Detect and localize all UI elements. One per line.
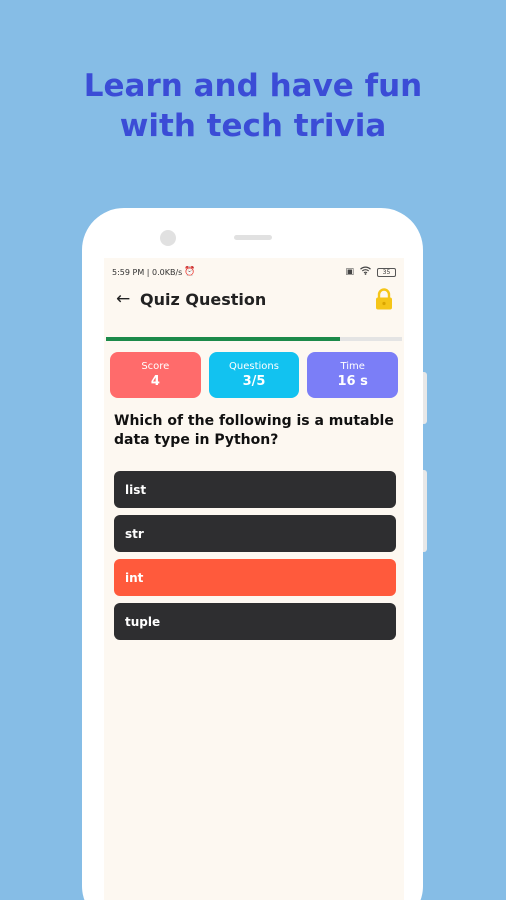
stat-time-value: 16 s: [337, 373, 368, 389]
battery-icon: 35: [377, 267, 396, 277]
stat-score-value: 4: [150, 373, 160, 389]
app-screen: 5:59 PM | 0.0KB/s ⏰ ▣ 35 ← Quiz Question: [104, 258, 404, 900]
sim-icon: ▣: [345, 267, 354, 277]
arrow-left-icon[interactable]: ←: [116, 286, 140, 312]
app-bar: ← Quiz Question: [116, 286, 394, 312]
stat-time-label: Time: [340, 360, 365, 372]
answer-options: list str int tuple: [114, 471, 396, 640]
stat-questions-value: 3/5: [242, 373, 266, 389]
status-bar: 5:59 PM | 0.0KB/s ⏰ ▣ 35: [112, 265, 396, 279]
phone-volume-button: [423, 372, 427, 424]
promo-headline-line2: with tech trivia: [119, 108, 387, 144]
status-time: 5:59 PM | 0.0KB/s: [112, 267, 183, 277]
quiz-progress-fill: [106, 337, 340, 341]
stat-score-card: Score 4: [110, 352, 201, 398]
answer-option[interactable]: str: [114, 515, 396, 552]
phone-frame: 5:59 PM | 0.0KB/s ⏰ ▣ 35 ← Quiz Question: [82, 208, 423, 900]
stat-score-label: Score: [141, 360, 170, 372]
stats-row: Score 4 Questions 3/5 Time 16 s: [110, 352, 399, 398]
promo-headline-line1: Learn and have fun: [83, 68, 423, 104]
question-text: Which of the following is a mutable data…: [114, 413, 394, 448]
lock-icon[interactable]: [374, 288, 394, 310]
stat-questions-card: Questions 3/5: [208, 352, 300, 398]
wifi-icon: [360, 266, 371, 278]
phone-speaker: [234, 235, 272, 240]
answer-option[interactable]: list: [114, 471, 396, 508]
answer-option[interactable]: tuple: [114, 603, 396, 640]
promo-headline: Learn and have fun with tech trivia: [0, 66, 506, 146]
stat-time-card: Time 16 s: [307, 352, 399, 398]
phone-camera: [160, 230, 176, 246]
alarm-off-icon: ⏰: [184, 267, 196, 277]
answer-option[interactable]: int: [114, 559, 396, 596]
quiz-progress-bar: [106, 337, 402, 341]
page-title: Quiz Question: [140, 289, 267, 309]
stat-questions-label: Questions: [229, 360, 279, 372]
phone-power-button: [423, 470, 427, 552]
